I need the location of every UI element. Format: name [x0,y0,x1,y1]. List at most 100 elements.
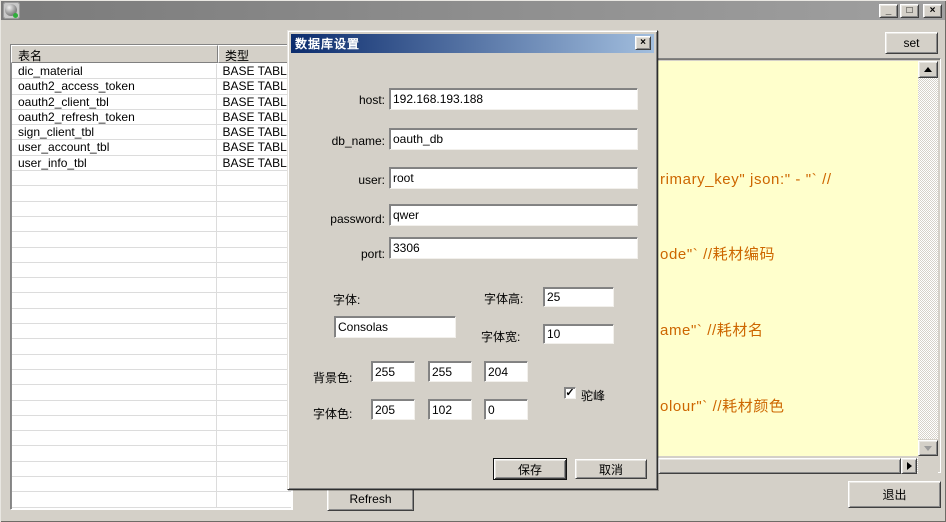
cell-table-name [12,232,217,247]
code-line: olour"` //耗材颜色 [660,394,832,419]
cell-type: BASE TABLE [217,110,291,125]
window-controls: _ □ × [879,4,942,18]
table-row-empty[interactable] [12,293,291,308]
table-row-empty[interactable] [12,462,291,477]
bg-color-b-input[interactable] [484,361,528,382]
save-button[interactable]: 保存 [493,458,567,480]
cancel-button[interactable]: 取消 [575,459,647,479]
table-row-empty[interactable] [12,339,291,354]
cell-table-name: sign_client_tbl [12,125,217,140]
table-row-empty[interactable] [12,278,291,293]
tables-list: 表名 类型 dic_materialBASE TABLEoauth2_acces… [10,44,293,510]
column-header-table-name[interactable]: 表名 [11,45,218,63]
table-row[interactable]: user_account_tblBASE TABLE [12,140,291,155]
cell-type [217,385,291,400]
table-row[interactable]: user_info_tblBASE TABLE [12,156,291,171]
cell-table-name [12,339,217,354]
cell-table-name [12,186,217,201]
dialog-title: 数据库设置 [291,35,360,52]
table-row-empty[interactable] [12,477,291,492]
cell-table-name: oauth2_client_tbl [12,95,217,110]
table-row-empty[interactable] [12,401,291,416]
font-input[interactable] [334,316,456,338]
bg-color-g-input[interactable] [428,361,472,382]
set-button[interactable]: set [885,32,938,54]
cell-table-name [12,416,217,431]
minimize-button[interactable]: _ [879,4,898,18]
font-height-input[interactable] [543,287,614,307]
font-color-g-input[interactable] [428,399,472,420]
arrow-down-icon [924,446,932,451]
table-row-empty[interactable] [12,446,291,461]
table-row-empty[interactable] [12,248,291,263]
vertical-scrollbar-track[interactable] [918,78,938,439]
font-width-label: 字体宽: [481,328,520,345]
table-row[interactable]: oauth2_access_tokenBASE TABLE [12,79,291,94]
user-label: user: [310,173,385,187]
font-color-b-input[interactable] [484,399,528,420]
table-row-empty[interactable] [12,263,291,278]
port-input[interactable] [389,237,638,259]
cell-type [217,202,291,217]
cell-type [217,248,291,263]
cell-table-name [12,309,217,324]
font-width-input[interactable] [543,324,614,344]
bg-color-r-input[interactable] [371,361,415,382]
vertical-scrollbar[interactable] [918,61,938,456]
font-height-label: 字体高: [484,290,523,307]
table-row-empty[interactable] [12,202,291,217]
table-row[interactable]: dic_materialBASE TABLE [12,64,291,79]
table-row-empty[interactable] [12,309,291,324]
column-header-type[interactable]: 类型 [218,45,292,63]
cell-type [217,446,291,461]
cell-table-name [12,171,217,186]
host-input[interactable] [389,88,638,110]
scroll-up-button[interactable] [918,61,938,78]
db-name-input[interactable] [389,128,638,150]
horizontal-scrollbar[interactable] [658,458,918,474]
table-row[interactable]: oauth2_client_tblBASE TABLE [12,95,291,110]
arrow-up-icon [924,67,932,72]
scroll-down-button[interactable] [918,440,938,456]
table-row-empty[interactable] [12,370,291,385]
table-row-empty[interactable] [12,416,291,431]
cell-table-name: oauth2_access_token [12,79,217,94]
table-row[interactable]: sign_client_tblBASE TABLE [12,125,291,140]
close-button[interactable]: × [923,4,942,18]
cell-type [217,339,291,354]
password-input[interactable] [389,204,638,226]
maximize-button[interactable]: □ [900,4,919,18]
db-name-label: db_name: [310,134,385,148]
table-row-empty[interactable] [12,171,291,186]
table-row-empty[interactable] [12,431,291,446]
camel-checkbox[interactable] [564,387,576,399]
table-row-empty[interactable] [12,355,291,370]
cell-type: BASE TABLE [217,125,291,140]
font-color-r-input[interactable] [371,399,415,420]
table-row-empty[interactable] [12,492,291,507]
sql-editor[interactable]: rimary_key" json:" - "` // ode"` //耗材编码 … [658,61,918,456]
cell-table-name [12,202,217,217]
cell-type: BASE TABLE [217,140,291,155]
code-line: ode"` //耗材编码 [660,242,832,267]
dialog-titlebar[interactable]: 数据库设置 × [291,34,654,53]
exit-button[interactable]: 退出 [848,481,941,508]
code-line: rimary_key" json:" - "` // [660,167,832,192]
app-icon-green-dot [13,13,18,18]
table-row-empty[interactable] [12,324,291,339]
cell-type: BASE TABLE [217,156,291,171]
cell-type [217,431,291,446]
table-row-empty[interactable] [12,385,291,400]
scroll-right-button[interactable] [901,458,917,474]
horizontal-scrollbar-thumb[interactable] [658,458,901,474]
user-input[interactable] [389,167,638,189]
table-row-empty[interactable] [12,186,291,201]
font-label: 字体: [333,291,360,308]
titlebar[interactable]: _ □ × [1,1,945,20]
cell-type [217,278,291,293]
table-row[interactable]: oauth2_refresh_tokenBASE TABLE [12,110,291,125]
table-row-empty[interactable] [12,232,291,247]
dialog-close-button[interactable]: × [635,36,651,50]
table-row-empty[interactable] [12,217,291,232]
app-window: _ □ × set 表名 类型 dic_materialBASE TABLEoa… [0,0,946,522]
